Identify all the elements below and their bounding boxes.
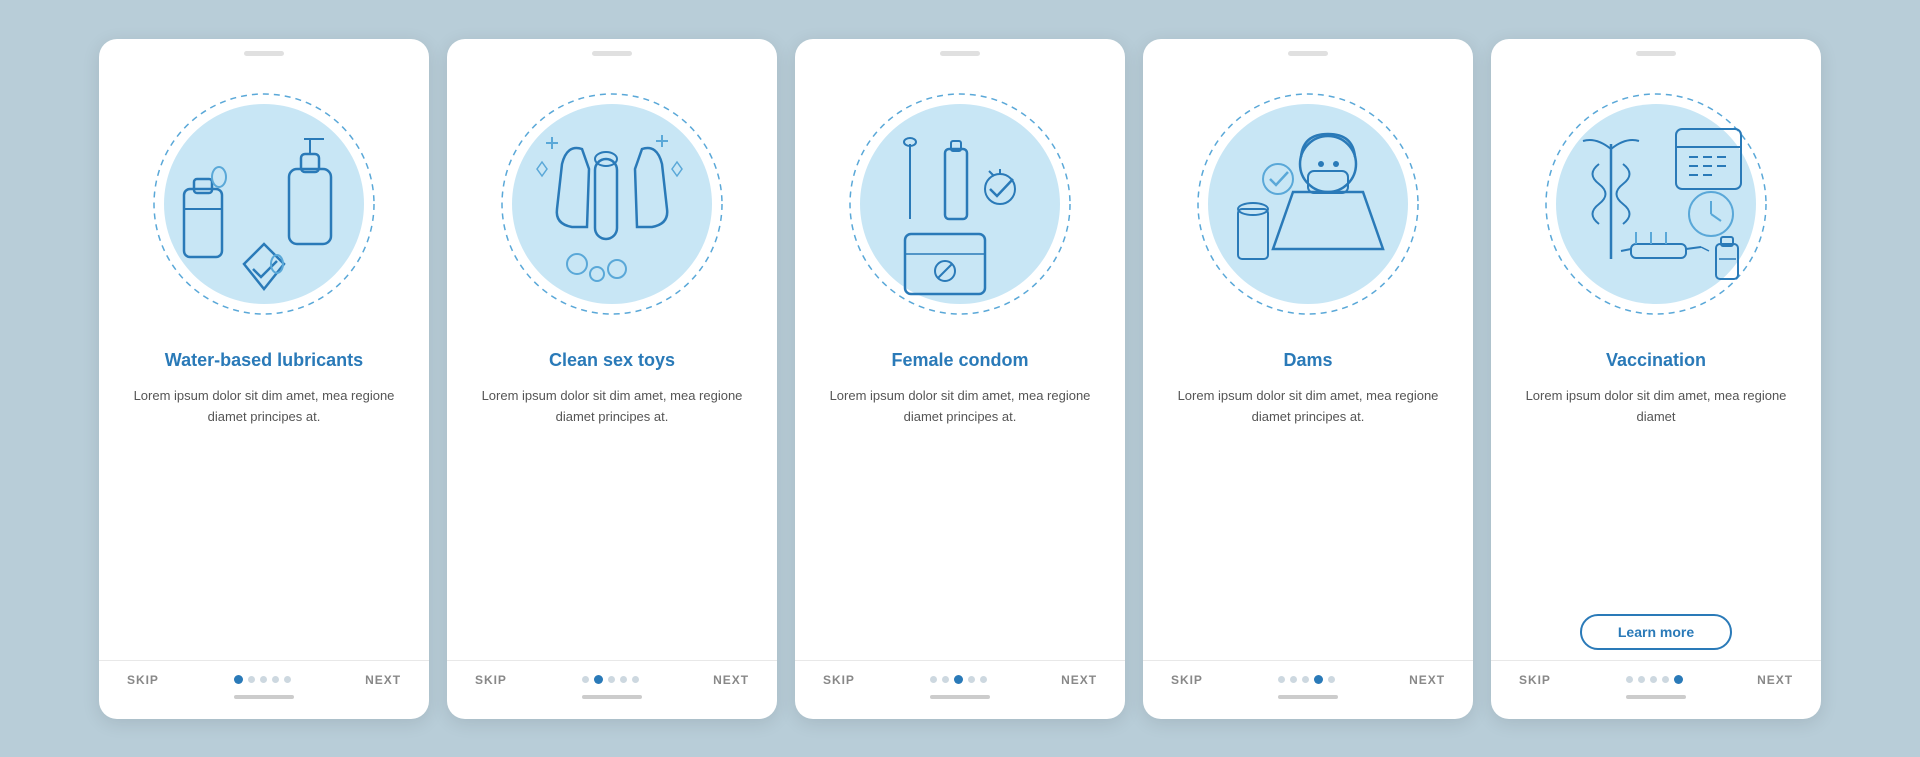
- card-text-lubricants: Lorem ipsum dolor sit dim amet, mea regi…: [123, 386, 405, 660]
- skip-button-2[interactable]: SKIP: [475, 673, 507, 687]
- dot-4-1: [1278, 676, 1285, 683]
- dams-svg: [1173, 69, 1443, 339]
- dot-4-4: [1314, 675, 1323, 684]
- dot-2-3: [608, 676, 615, 683]
- skip-button-4[interactable]: SKIP: [1171, 673, 1203, 687]
- dot-1-5: [284, 676, 291, 683]
- top-notch-5: [1636, 51, 1676, 56]
- toys-svg: [477, 69, 747, 339]
- next-button-5[interactable]: NEXT: [1757, 673, 1793, 687]
- dots-3: [930, 675, 987, 684]
- dot-3-5: [980, 676, 987, 683]
- card-content-vaccination: Vaccination Lorem ipsum dolor sit dim am…: [1491, 349, 1821, 660]
- card-title-vaccination: Vaccination: [1606, 349, 1706, 372]
- learn-more-button[interactable]: Learn more: [1580, 614, 1732, 650]
- dot-4-2: [1290, 676, 1297, 683]
- dots-1: [234, 675, 291, 684]
- card-illustration-dams: [1143, 59, 1473, 349]
- top-bar: [99, 39, 429, 59]
- scroll-indicator-4: [1278, 695, 1338, 699]
- top-notch: [244, 51, 284, 56]
- card-title-toys: Clean sex toys: [549, 349, 675, 372]
- dots-4: [1278, 675, 1335, 684]
- dot-3-1: [930, 676, 937, 683]
- card-footer-3: SKIP NEXT: [795, 660, 1125, 687]
- card-illustration-lubricants: [99, 59, 429, 349]
- card-content-condom: Female condom Lorem ipsum dolor sit dim …: [795, 349, 1125, 660]
- cards-container: Water-based lubricants Lorem ipsum dolor…: [59, 9, 1861, 749]
- card-content-dams: Dams Lorem ipsum dolor sit dim amet, mea…: [1143, 349, 1473, 660]
- dot-1-2: [248, 676, 255, 683]
- card-footer-4: SKIP NEXT: [1143, 660, 1473, 687]
- card-text-toys: Lorem ipsum dolor sit dim amet, mea regi…: [471, 386, 753, 660]
- dot-5-1: [1626, 676, 1633, 683]
- dot-1-1: [234, 675, 243, 684]
- top-notch-3: [940, 51, 980, 56]
- skip-button-3[interactable]: SKIP: [823, 673, 855, 687]
- card-title-lubricants: Water-based lubricants: [165, 349, 363, 372]
- card-lubricants: Water-based lubricants Lorem ipsum dolor…: [99, 39, 429, 719]
- scroll-indicator-2: [582, 695, 642, 699]
- card-footer-1: SKIP NEXT: [99, 660, 429, 687]
- dot-1-3: [260, 676, 267, 683]
- next-button-1[interactable]: NEXT: [365, 673, 401, 687]
- card-text-vaccination: Lorem ipsum dolor sit dim amet, mea regi…: [1515, 386, 1797, 604]
- next-button-2[interactable]: NEXT: [713, 673, 749, 687]
- card-illustration-vaccination: [1491, 59, 1821, 349]
- dot-3-2: [942, 676, 949, 683]
- dot-2-5: [632, 676, 639, 683]
- top-bar-2: [447, 39, 777, 59]
- card-dams: Dams Lorem ipsum dolor sit dim amet, mea…: [1143, 39, 1473, 719]
- card-text-dams: Lorem ipsum dolor sit dim amet, mea regi…: [1167, 386, 1449, 660]
- scroll-indicator-3: [930, 695, 990, 699]
- lubricants-svg: [129, 69, 399, 339]
- card-illustration-condom: [795, 59, 1125, 349]
- card-text-condom: Lorem ipsum dolor sit dim amet, mea regi…: [819, 386, 1101, 660]
- card-condom: Female condom Lorem ipsum dolor sit dim …: [795, 39, 1125, 719]
- card-illustration-toys: [447, 59, 777, 349]
- top-notch-2: [592, 51, 632, 56]
- dot-2-1: [582, 676, 589, 683]
- card-title-condom: Female condom: [891, 349, 1028, 372]
- dots-5: [1626, 675, 1683, 684]
- dot-5-5: [1674, 675, 1683, 684]
- next-button-3[interactable]: NEXT: [1061, 673, 1097, 687]
- card-footer-2: SKIP NEXT: [447, 660, 777, 687]
- dot-1-4: [272, 676, 279, 683]
- card-footer-5: SKIP NEXT: [1491, 660, 1821, 687]
- skip-button-1[interactable]: SKIP: [127, 673, 159, 687]
- dot-4-3: [1302, 676, 1309, 683]
- card-content-lubricants: Water-based lubricants Lorem ipsum dolor…: [99, 349, 429, 660]
- condom-svg: [825, 69, 1095, 339]
- dot-5-3: [1650, 676, 1657, 683]
- dot-3-3: [954, 675, 963, 684]
- dot-2-2: [594, 675, 603, 684]
- card-vaccination: Vaccination Lorem ipsum dolor sit dim am…: [1491, 39, 1821, 719]
- top-bar-5: [1491, 39, 1821, 59]
- scroll-indicator-5: [1626, 695, 1686, 699]
- scroll-indicator-1: [234, 695, 294, 699]
- card-title-dams: Dams: [1283, 349, 1332, 372]
- dot-5-4: [1662, 676, 1669, 683]
- dot-3-4: [968, 676, 975, 683]
- card-toys: Clean sex toys Lorem ipsum dolor sit dim…: [447, 39, 777, 719]
- dots-2: [582, 675, 639, 684]
- next-button-4[interactable]: NEXT: [1409, 673, 1445, 687]
- dot-2-4: [620, 676, 627, 683]
- top-notch-4: [1288, 51, 1328, 56]
- card-content-toys: Clean sex toys Lorem ipsum dolor sit dim…: [447, 349, 777, 660]
- vaccination-svg: [1521, 69, 1791, 339]
- dot-4-5: [1328, 676, 1335, 683]
- dot-5-2: [1638, 676, 1645, 683]
- top-bar-3: [795, 39, 1125, 59]
- skip-button-5[interactable]: SKIP: [1519, 673, 1551, 687]
- top-bar-4: [1143, 39, 1473, 59]
